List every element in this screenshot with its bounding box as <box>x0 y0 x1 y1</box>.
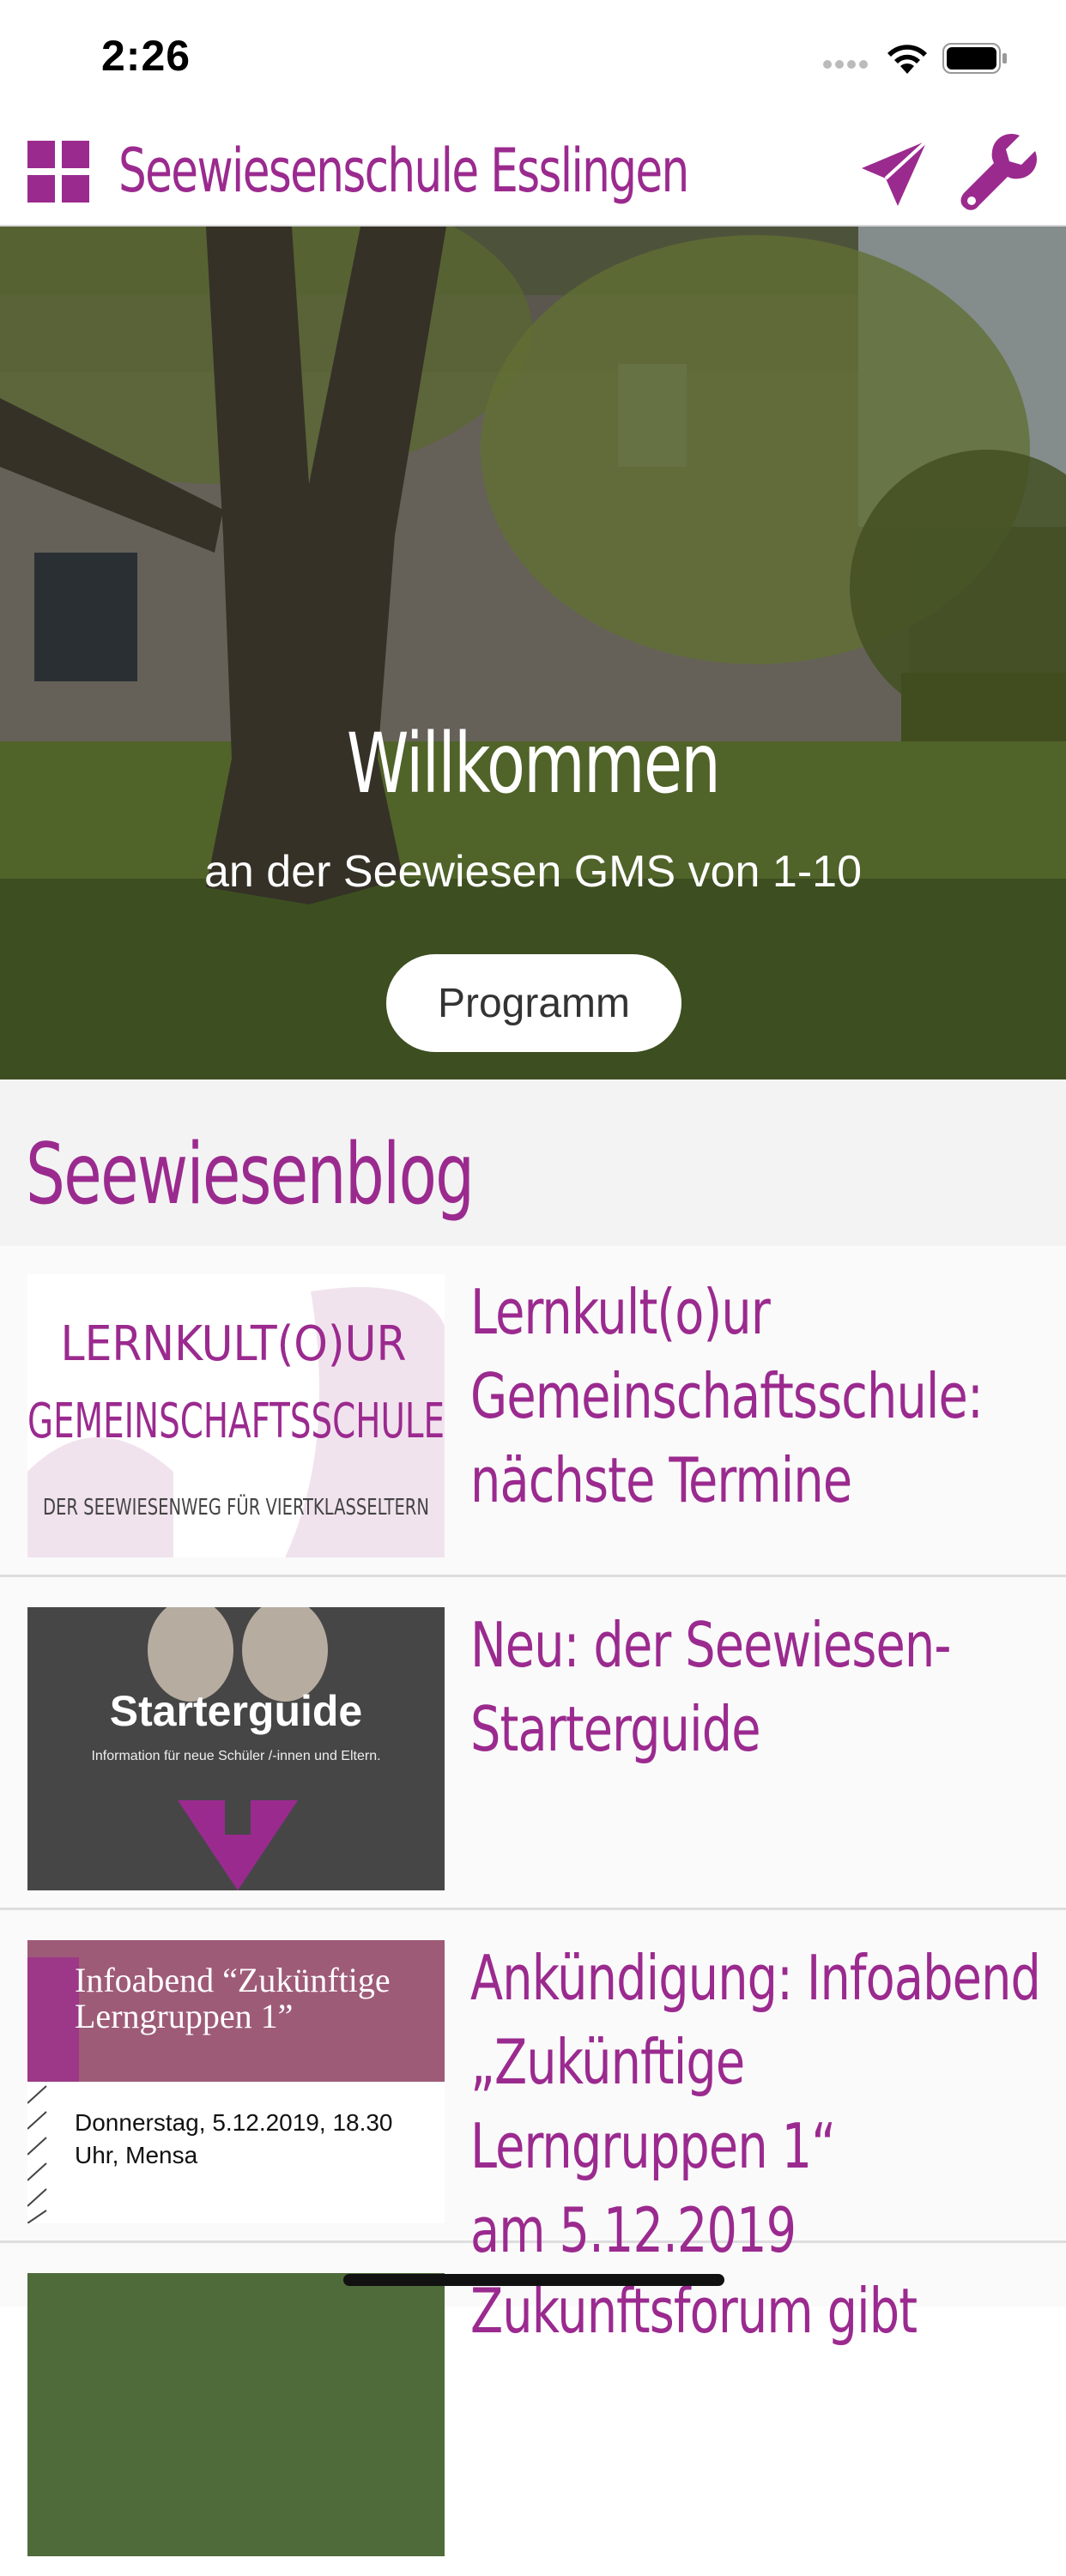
thumb-date-line1: Donnerstag, 5.12.2019, 18.30 <box>75 2109 393 2136</box>
app-header: Seewiesenschule Esslingen <box>0 115 1066 227</box>
post-thumbnail: LERNKULT(O)UR GEMEINSCHAFTSSCHULE DER SE… <box>27 1274 445 1557</box>
blog-post[interactable]: Infoabend “Zukünftige Lerngruppen 1” Don… <box>0 1912 1066 2266</box>
post-thumbnail <box>27 2273 445 2556</box>
hero-background-image <box>0 227 1066 1079</box>
thumb-line3: DER SEEWIESENWEG FÜR VIERTKLASSELTERN <box>43 1493 429 1521</box>
hero-subtitle: an der Seewiesen GMS von 1-10 <box>204 847 862 897</box>
hero-slider[interactable]: Willkommen an der Seewiesen GMS von 1-10… <box>0 227 1066 1079</box>
thumb-date-line2: Uhr, Mensa <box>75 2142 198 2168</box>
blog-section-header: Seewiesenblog <box>0 1079 1066 1246</box>
post-title[interactable]: Ankündigung: Infoabend „Zukünftige Lerng… <box>470 1936 1046 2272</box>
blog-post[interactable]: LERNKULT(O)UR GEMEINSCHAFTSSCHULE DER SE… <box>0 1246 1066 1577</box>
blog-list: LERNKULT(O)UR GEMEINSCHAFTSSCHULE DER SE… <box>0 1246 1066 2556</box>
app-title: Seewiesenschule Esslingen <box>118 136 689 206</box>
status-bar: 2:26 <box>0 0 1066 115</box>
blog-post[interactable]: Starterguide Information für neue Schüle… <box>0 1579 1066 1910</box>
thumb-title-line1: Infoabend “Zukünftige <box>75 1961 391 1999</box>
cellular-signal-icon <box>823 60 868 69</box>
grid-icon[interactable] <box>27 141 89 203</box>
post-title-line: Ankündigung: Infoabend <box>470 1942 1041 2014</box>
thumb-title-line2: Lerngruppen 1” <box>75 1997 293 2035</box>
status-time: 2:26 <box>101 32 191 80</box>
post-title-line: nächste Termine <box>470 1444 852 1516</box>
thumb-title: Starterguide <box>110 1687 363 1735</box>
programm-button[interactable]: Programm <box>386 954 681 1052</box>
post-thumbnail: Starterguide Information für neue Schüle… <box>27 1607 445 1890</box>
post-thumbnail: Infoabend “Zukünftige Lerngruppen 1” Don… <box>27 1940 445 2223</box>
thumb-line2: GEMEINSCHAFTSSCHULE <box>27 1394 445 1449</box>
post-title-line: Lernkult(o)ur <box>470 1276 771 1348</box>
paper-plane-icon[interactable] <box>860 139 929 208</box>
wrench-icon[interactable] <box>960 132 1039 211</box>
thumb-line1: LERNKULT(O)UR <box>61 1316 407 1372</box>
thumb-subtitle: Information für neue Schüler /-innen und… <box>91 1749 380 1763</box>
post-title[interactable]: Neu: der Seewiesen- Starterguide <box>470 1603 1046 1771</box>
post-title-line: „Zukünftige Lerngruppen 1“ <box>470 2026 836 2182</box>
battery-icon <box>942 43 1007 74</box>
wifi-icon <box>887 45 927 74</box>
post-title-line: Neu: der Seewiesen- <box>470 1609 951 1681</box>
post-title[interactable]: Lernkult(o)ur Gemeinschaftsschule: nächs… <box>470 1270 1046 1522</box>
hero-title: Willkommen <box>346 716 721 812</box>
post-title-line: Starterguide <box>470 1693 761 1765</box>
post-title-line: Gemeinschaftsschule: <box>470 1360 984 1432</box>
blog-heading: Seewiesenblog <box>26 1126 475 1224</box>
blog-post[interactable]: Zukunftsforum gibt <box>0 2245 1066 2576</box>
home-indicator[interactable] <box>343 2274 724 2286</box>
